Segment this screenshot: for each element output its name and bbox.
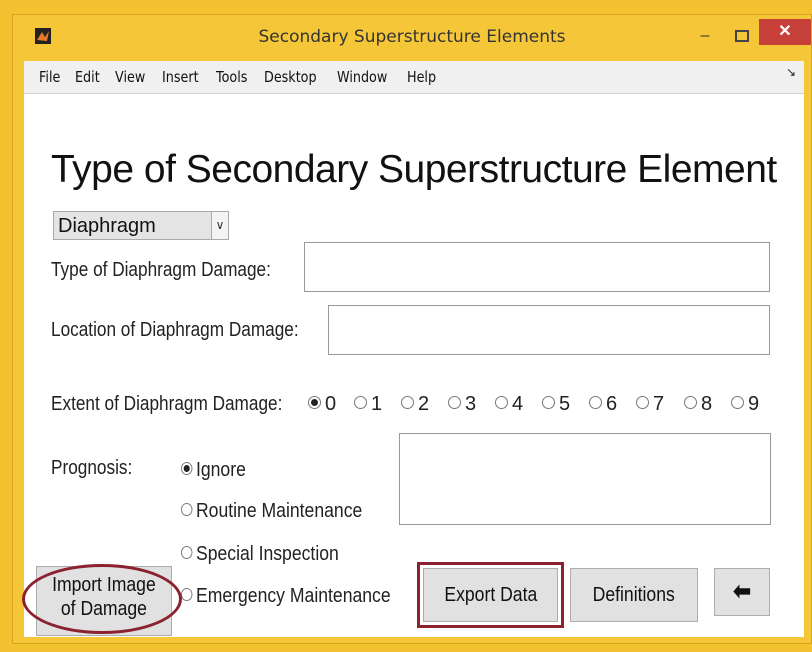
dock-arrow-icon[interactable]: ↘ <box>786 65 796 79</box>
page-title: Type of Secondary Superstructure Element <box>51 148 777 191</box>
extent-radio-label: 5 <box>559 393 571 415</box>
extent-radio-0[interactable]: 0 <box>308 393 336 416</box>
prognosis-label: Prognosis: <box>51 457 133 479</box>
menu-bar: File Edit View Insert Tools Desktop Window Help… <box>24 61 804 94</box>
radio-indicator <box>636 396 649 410</box>
extent-radio-3[interactable]: 3 <box>448 393 476 416</box>
radio-indicator <box>401 396 414 410</box>
extent-radio-1[interactable]: 1 <box>354 393 382 416</box>
menu-file[interactable]: File <box>39 61 60 93</box>
prognosis-radio-label: Routine Maintenance <box>195 500 363 522</box>
prognosis-radio-label: Ignore <box>195 459 246 481</box>
damage-location-field[interactable] <box>328 305 770 355</box>
maximize-button[interactable] <box>725 23 759 51</box>
prognosis-radio-label: Special Inspection <box>195 543 339 565</box>
damage-type-field[interactable] <box>304 242 770 292</box>
extent-radio-label: 7 <box>653 393 665 415</box>
import-annotation-oval <box>22 564 182 634</box>
element-type-select[interactable]: Diaphragm ∨ <box>53 211 229 240</box>
radio-indicator <box>589 396 602 410</box>
extent-radio-label: 8 <box>701 393 713 415</box>
extent-radio-9[interactable]: 9 <box>731 393 759 416</box>
prognosis-radio-special-inspection[interactable]: Special Inspection <box>181 543 339 566</box>
definitions-button[interactable]: Definitions <box>570 568 698 622</box>
radio-indicator <box>181 462 193 476</box>
extent-radio-7[interactable]: 7 <box>636 393 664 416</box>
extent-radio-label: 0 <box>325 393 337 415</box>
extent-radio-label: 1 <box>371 393 383 415</box>
export-annotation-box <box>417 562 564 628</box>
radio-indicator <box>684 396 697 410</box>
radio-indicator <box>181 546 193 560</box>
extent-radio-label: 9 <box>748 393 760 415</box>
close-button[interactable]: ✕ <box>759 19 811 45</box>
radio-indicator <box>542 396 555 410</box>
extent-radio-label: 3 <box>465 393 477 415</box>
app-window: Secondary Superstructure Elements – ✕ Fi… <box>12 14 812 644</box>
extent-radio-4[interactable]: 4 <box>495 393 523 416</box>
menu-edit[interactable]: Edit <box>75 61 100 93</box>
prognosis-notes-field[interactable] <box>399 433 771 525</box>
extent-radio-label: 2 <box>418 393 430 415</box>
back-button[interactable]: ⬅ <box>714 568 770 616</box>
extent-radio-8[interactable]: 8 <box>684 393 712 416</box>
extent-radio-label: 4 <box>512 393 524 415</box>
menu-view[interactable]: View <box>115 61 145 93</box>
extent-radio-6[interactable]: 6 <box>589 393 617 416</box>
menu-insert[interactable]: Insert <box>162 61 199 93</box>
damage-location-label: Location of Diaphragm Damage: <box>51 319 299 341</box>
figure-panel: Type of Secondary Superstructure Element… <box>22 94 804 637</box>
back-arrow-icon: ⬅ <box>733 578 751 605</box>
prognosis-radio-label: Emergency Maintenance <box>195 585 391 607</box>
radio-indicator <box>181 503 193 517</box>
extent-radio-label: 6 <box>606 393 618 415</box>
menu-tools[interactable]: Tools <box>216 61 247 93</box>
element-type-value: Diaphragm <box>58 215 156 237</box>
prognosis-radio-emergency-maintenance[interactable]: Emergency Maintenance <box>181 585 391 608</box>
radio-indicator <box>354 396 367 410</box>
chevron-down-icon[interactable]: ∨ <box>211 212 228 239</box>
extent-radio-5[interactable]: 5 <box>542 393 570 416</box>
menu-help[interactable]: Help <box>407 61 436 93</box>
prognosis-radio-routine-maintenance[interactable]: Routine Maintenance <box>181 500 362 523</box>
radio-indicator <box>495 396 508 410</box>
radio-indicator <box>181 588 193 602</box>
minimize-button[interactable]: – <box>685 23 725 51</box>
radio-indicator <box>448 396 461 410</box>
extent-radio-2[interactable]: 2 <box>401 393 429 416</box>
radio-indicator <box>308 396 321 410</box>
title-bar: Secondary Superstructure Elements – ✕ <box>13 15 811 59</box>
menu-window[interactable]: Window <box>337 61 387 93</box>
maximize-icon <box>735 29 749 42</box>
damage-type-label: Type of Diaphragm Damage: <box>51 259 271 281</box>
menu-desktop[interactable]: Desktop <box>264 61 317 93</box>
radio-indicator <box>731 396 744 410</box>
prognosis-radio-ignore[interactable]: Ignore <box>181 459 246 482</box>
damage-extent-label: Extent of Diaphragm Damage: <box>51 393 283 415</box>
